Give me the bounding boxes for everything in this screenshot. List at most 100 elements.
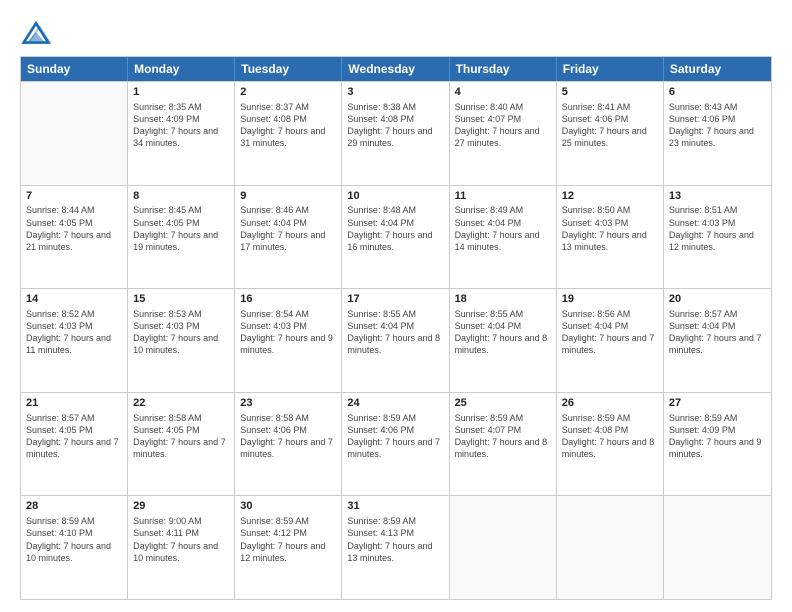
calendar-cell: 10Sunrise: 8:48 AMSunset: 4:04 PMDayligh…: [342, 186, 449, 289]
cell-date-number: 20: [669, 292, 766, 307]
calendar-cell: 21Sunrise: 8:57 AMSunset: 4:05 PMDayligh…: [21, 393, 128, 496]
cell-info: Sunrise: 8:35 AMSunset: 4:09 PMDaylight:…: [133, 101, 229, 150]
cell-date-number: 6: [669, 85, 766, 100]
header: [20, 18, 772, 46]
calendar-cell: 30Sunrise: 8:59 AMSunset: 4:12 PMDayligh…: [235, 496, 342, 599]
cell-date-number: 30: [240, 499, 336, 514]
cell-date-number: 7: [26, 189, 122, 204]
cell-date-number: 11: [455, 189, 551, 204]
calendar-header-day: Monday: [128, 57, 235, 81]
cell-info: Sunrise: 8:56 AMSunset: 4:04 PMDaylight:…: [562, 308, 658, 357]
cell-date-number: 22: [133, 396, 229, 411]
cell-date-number: 1: [133, 85, 229, 100]
cell-info: Sunrise: 8:43 AMSunset: 4:06 PMDaylight:…: [669, 101, 766, 150]
cell-date-number: 3: [347, 85, 443, 100]
cell-date-number: 9: [240, 189, 336, 204]
calendar-header-row: SundayMondayTuesdayWednesdayThursdayFrid…: [21, 57, 771, 81]
calendar-cell: 4Sunrise: 8:40 AMSunset: 4:07 PMDaylight…: [450, 82, 557, 185]
calendar-header-day: Sunday: [21, 57, 128, 81]
calendar-cell: 14Sunrise: 8:52 AMSunset: 4:03 PMDayligh…: [21, 289, 128, 392]
calendar-cell: 24Sunrise: 8:59 AMSunset: 4:06 PMDayligh…: [342, 393, 449, 496]
calendar-cell: 26Sunrise: 8:59 AMSunset: 4:08 PMDayligh…: [557, 393, 664, 496]
calendar-cell: 8Sunrise: 8:45 AMSunset: 4:05 PMDaylight…: [128, 186, 235, 289]
cell-info: Sunrise: 8:54 AMSunset: 4:03 PMDaylight:…: [240, 308, 336, 357]
cell-info: Sunrise: 8:37 AMSunset: 4:08 PMDaylight:…: [240, 101, 336, 150]
calendar-header-day: Tuesday: [235, 57, 342, 81]
cell-date-number: 2: [240, 85, 336, 100]
page: SundayMondayTuesdayWednesdayThursdayFrid…: [0, 0, 792, 612]
calendar-cell: 18Sunrise: 8:55 AMSunset: 4:04 PMDayligh…: [450, 289, 557, 392]
calendar-cell: [21, 82, 128, 185]
cell-info: Sunrise: 9:00 AMSunset: 4:11 PMDaylight:…: [133, 515, 229, 564]
logo-icon: [20, 18, 52, 46]
calendar-cell: 16Sunrise: 8:54 AMSunset: 4:03 PMDayligh…: [235, 289, 342, 392]
calendar-cell: 7Sunrise: 8:44 AMSunset: 4:05 PMDaylight…: [21, 186, 128, 289]
cell-info: Sunrise: 8:57 AMSunset: 4:05 PMDaylight:…: [26, 412, 122, 461]
cell-date-number: 5: [562, 85, 658, 100]
cell-info: Sunrise: 8:38 AMSunset: 4:08 PMDaylight:…: [347, 101, 443, 150]
calendar-cell: 6Sunrise: 8:43 AMSunset: 4:06 PMDaylight…: [664, 82, 771, 185]
calendar-cell: [664, 496, 771, 599]
cell-date-number: 19: [562, 292, 658, 307]
cell-date-number: 29: [133, 499, 229, 514]
cell-date-number: 18: [455, 292, 551, 307]
calendar-cell: 19Sunrise: 8:56 AMSunset: 4:04 PMDayligh…: [557, 289, 664, 392]
cell-date-number: 17: [347, 292, 443, 307]
calendar-cell: 17Sunrise: 8:55 AMSunset: 4:04 PMDayligh…: [342, 289, 449, 392]
calendar-week-row: 1Sunrise: 8:35 AMSunset: 4:09 PMDaylight…: [21, 81, 771, 185]
calendar: SundayMondayTuesdayWednesdayThursdayFrid…: [20, 56, 772, 600]
cell-date-number: 4: [455, 85, 551, 100]
calendar-cell: 5Sunrise: 8:41 AMSunset: 4:06 PMDaylight…: [557, 82, 664, 185]
cell-date-number: 28: [26, 499, 122, 514]
calendar-cell: 1Sunrise: 8:35 AMSunset: 4:09 PMDaylight…: [128, 82, 235, 185]
calendar-header-day: Thursday: [450, 57, 557, 81]
calendar-cell: 29Sunrise: 9:00 AMSunset: 4:11 PMDayligh…: [128, 496, 235, 599]
calendar-cell: 22Sunrise: 8:58 AMSunset: 4:05 PMDayligh…: [128, 393, 235, 496]
calendar-cell: 20Sunrise: 8:57 AMSunset: 4:04 PMDayligh…: [664, 289, 771, 392]
calendar-cell: 15Sunrise: 8:53 AMSunset: 4:03 PMDayligh…: [128, 289, 235, 392]
cell-date-number: 10: [347, 189, 443, 204]
cell-info: Sunrise: 8:59 AMSunset: 4:10 PMDaylight:…: [26, 515, 122, 564]
cell-info: Sunrise: 8:55 AMSunset: 4:04 PMDaylight:…: [455, 308, 551, 357]
calendar-cell: 23Sunrise: 8:58 AMSunset: 4:06 PMDayligh…: [235, 393, 342, 496]
cell-date-number: 16: [240, 292, 336, 307]
calendar-cell: 3Sunrise: 8:38 AMSunset: 4:08 PMDaylight…: [342, 82, 449, 185]
cell-date-number: 14: [26, 292, 122, 307]
calendar-cell: 25Sunrise: 8:59 AMSunset: 4:07 PMDayligh…: [450, 393, 557, 496]
calendar-cell: 12Sunrise: 8:50 AMSunset: 4:03 PMDayligh…: [557, 186, 664, 289]
cell-info: Sunrise: 8:55 AMSunset: 4:04 PMDaylight:…: [347, 308, 443, 357]
cell-info: Sunrise: 8:46 AMSunset: 4:04 PMDaylight:…: [240, 204, 336, 253]
cell-info: Sunrise: 8:49 AMSunset: 4:04 PMDaylight:…: [455, 204, 551, 253]
calendar-week-row: 7Sunrise: 8:44 AMSunset: 4:05 PMDaylight…: [21, 185, 771, 289]
cell-date-number: 23: [240, 396, 336, 411]
cell-info: Sunrise: 8:50 AMSunset: 4:03 PMDaylight:…: [562, 204, 658, 253]
cell-date-number: 24: [347, 396, 443, 411]
cell-info: Sunrise: 8:57 AMSunset: 4:04 PMDaylight:…: [669, 308, 766, 357]
calendar-header-day: Saturday: [664, 57, 771, 81]
cell-info: Sunrise: 8:41 AMSunset: 4:06 PMDaylight:…: [562, 101, 658, 150]
cell-info: Sunrise: 8:59 AMSunset: 4:13 PMDaylight:…: [347, 515, 443, 564]
cell-date-number: 21: [26, 396, 122, 411]
calendar-cell: 11Sunrise: 8:49 AMSunset: 4:04 PMDayligh…: [450, 186, 557, 289]
cell-date-number: 26: [562, 396, 658, 411]
cell-date-number: 15: [133, 292, 229, 307]
cell-info: Sunrise: 8:59 AMSunset: 4:09 PMDaylight:…: [669, 412, 766, 461]
cell-date-number: 13: [669, 189, 766, 204]
cell-date-number: 25: [455, 396, 551, 411]
cell-info: Sunrise: 8:53 AMSunset: 4:03 PMDaylight:…: [133, 308, 229, 357]
cell-info: Sunrise: 8:59 AMSunset: 4:07 PMDaylight:…: [455, 412, 551, 461]
cell-info: Sunrise: 8:58 AMSunset: 4:05 PMDaylight:…: [133, 412, 229, 461]
calendar-week-row: 28Sunrise: 8:59 AMSunset: 4:10 PMDayligh…: [21, 495, 771, 599]
calendar-cell: 31Sunrise: 8:59 AMSunset: 4:13 PMDayligh…: [342, 496, 449, 599]
cell-date-number: 8: [133, 189, 229, 204]
calendar-week-row: 21Sunrise: 8:57 AMSunset: 4:05 PMDayligh…: [21, 392, 771, 496]
cell-info: Sunrise: 8:45 AMSunset: 4:05 PMDaylight:…: [133, 204, 229, 253]
cell-date-number: 31: [347, 499, 443, 514]
calendar-cell: 13Sunrise: 8:51 AMSunset: 4:03 PMDayligh…: [664, 186, 771, 289]
calendar-cell: 9Sunrise: 8:46 AMSunset: 4:04 PMDaylight…: [235, 186, 342, 289]
cell-info: Sunrise: 8:44 AMSunset: 4:05 PMDaylight:…: [26, 204, 122, 253]
calendar-cell: 28Sunrise: 8:59 AMSunset: 4:10 PMDayligh…: [21, 496, 128, 599]
calendar-cell: [557, 496, 664, 599]
cell-info: Sunrise: 8:48 AMSunset: 4:04 PMDaylight:…: [347, 204, 443, 253]
cell-info: Sunrise: 8:59 AMSunset: 4:08 PMDaylight:…: [562, 412, 658, 461]
